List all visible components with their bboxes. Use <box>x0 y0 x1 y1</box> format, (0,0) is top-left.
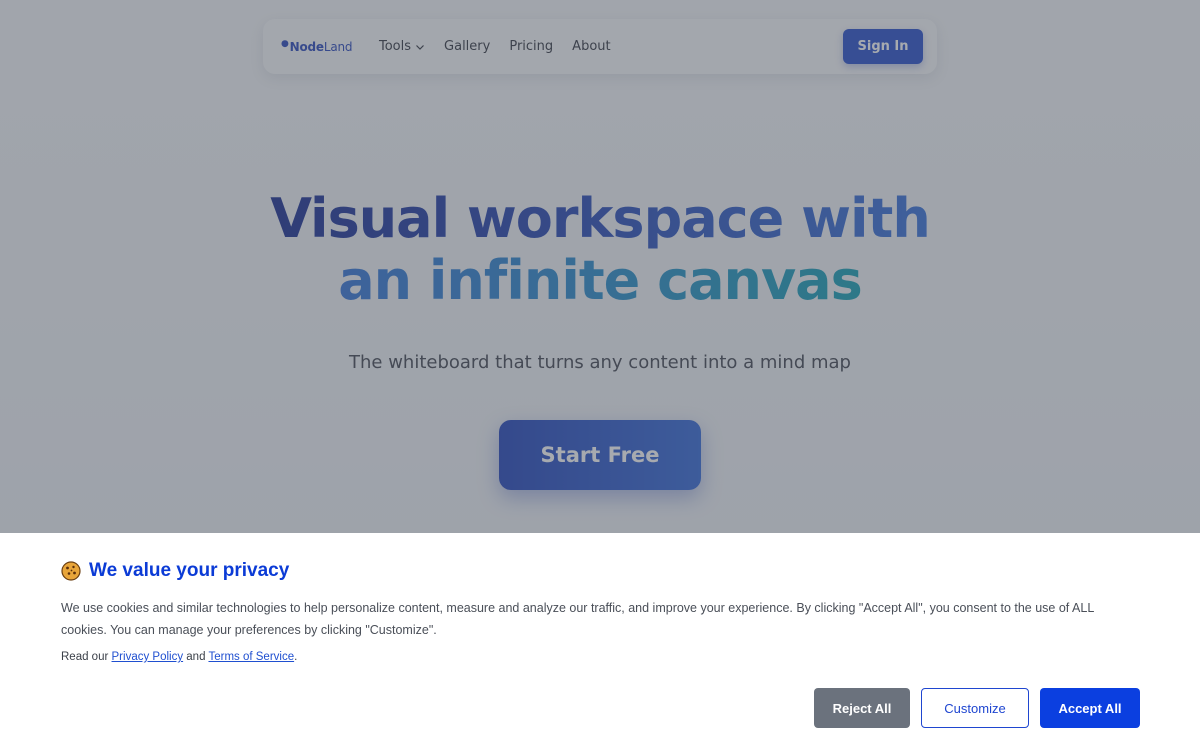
reject-all-button[interactable]: Reject All <box>814 688 910 728</box>
cookie-icon <box>61 561 81 581</box>
cookie-banner-title: We value your privacy <box>61 560 289 582</box>
cookie-banner-links: Read our Privacy Policy and Terms of Ser… <box>61 651 297 663</box>
cookie-banner-title-text: We value your privacy <box>89 560 290 581</box>
read-suffix: . <box>294 651 298 663</box>
read-prefix: Read our <box>61 651 112 663</box>
read-and: and <box>183 651 209 663</box>
cookie-banner: We value your privacy We use cookies and… <box>0 533 1200 750</box>
customize-button[interactable]: Customize <box>921 688 1029 728</box>
cookie-banner-text: We use cookies and similar technologies … <box>61 601 1094 637</box>
accept-all-button[interactable]: Accept All <box>1040 688 1140 728</box>
privacy-policy-link[interactable]: Privacy Policy <box>112 651 184 663</box>
terms-of-service-link[interactable]: Terms of Service <box>208 651 294 663</box>
